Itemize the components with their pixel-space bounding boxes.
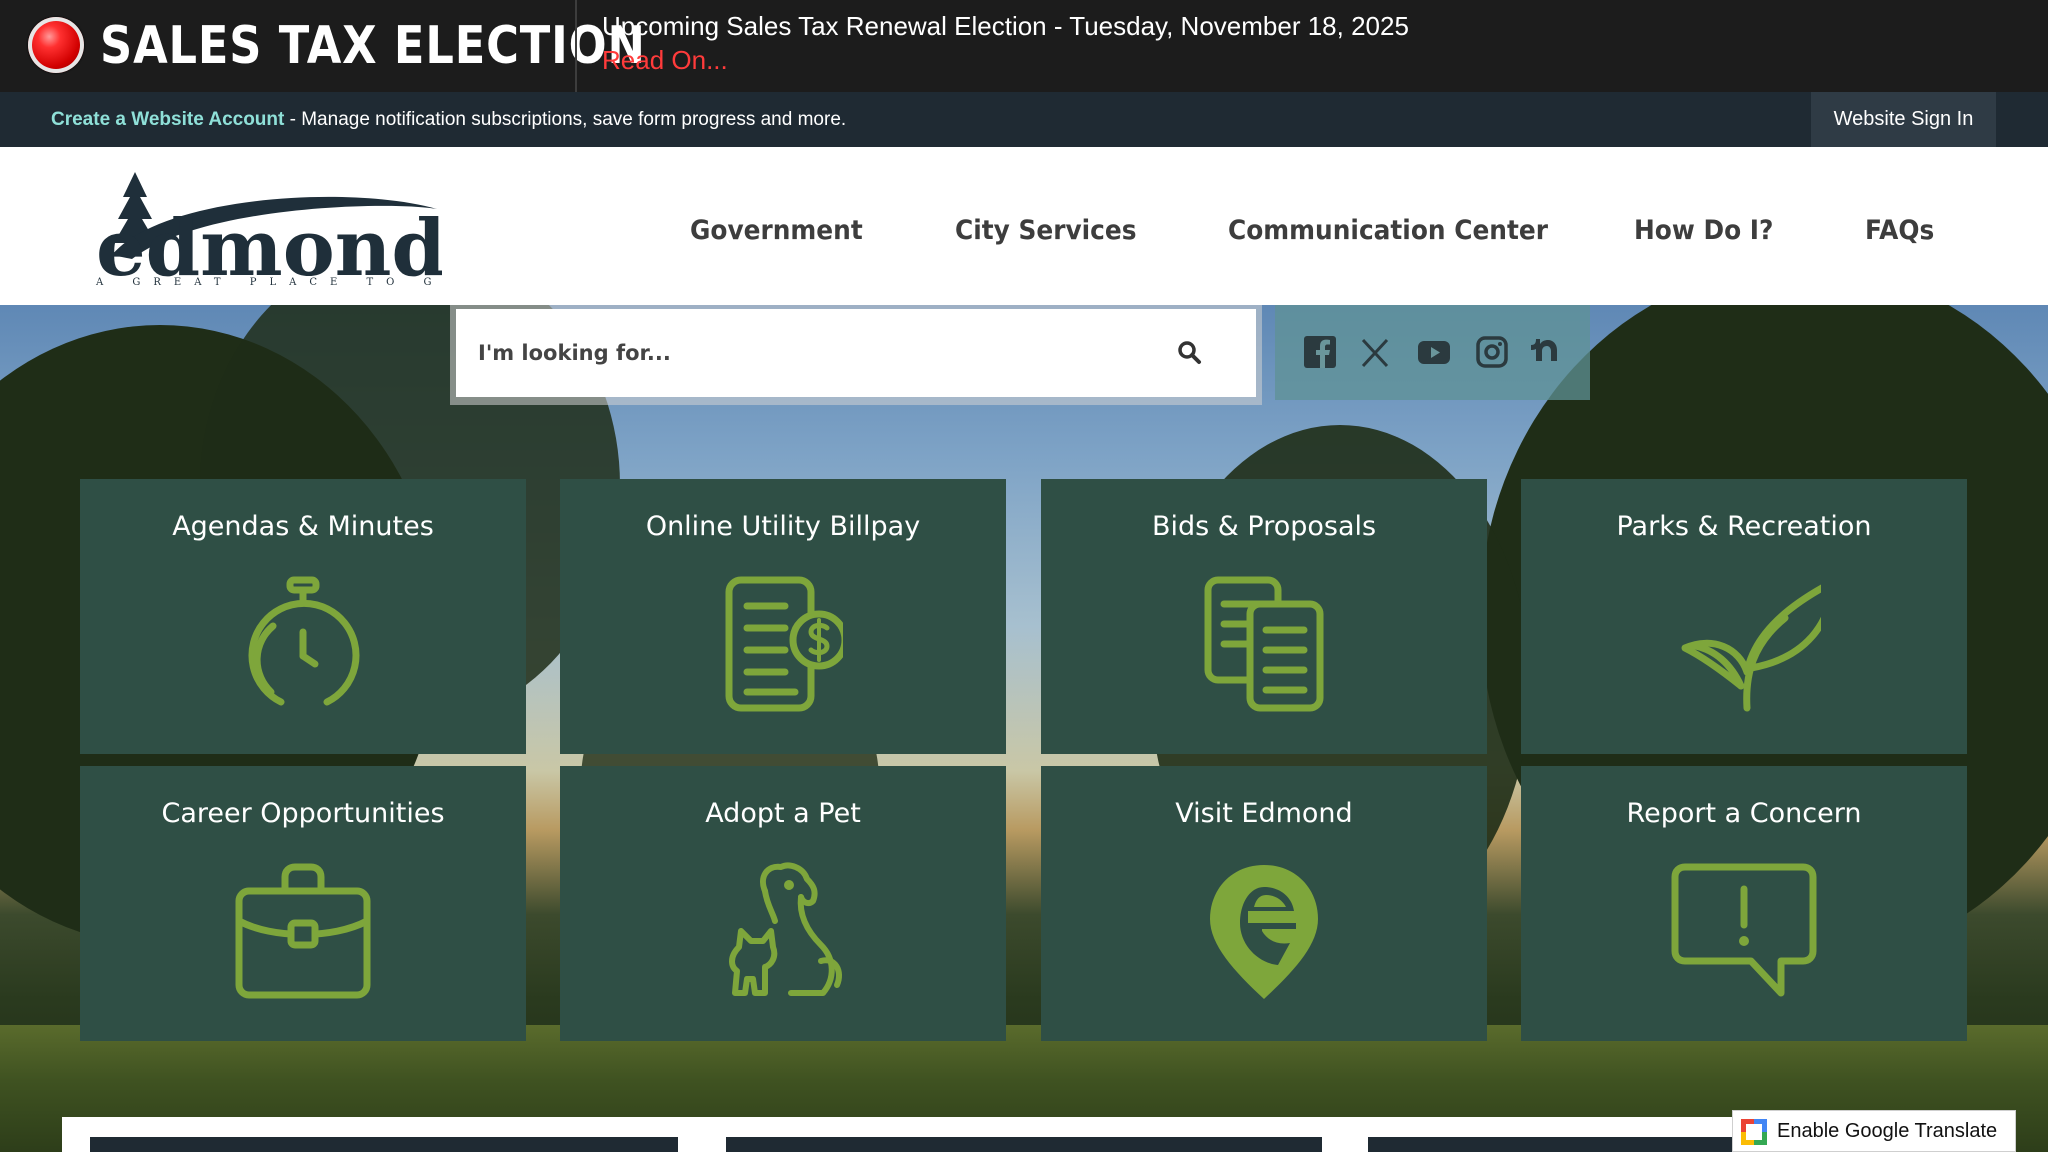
stopwatch-icon	[248, 576, 360, 706]
location-e-icon	[1210, 865, 1318, 999]
briefcase-icon	[235, 863, 371, 999]
tile-label: Career Opportunities	[161, 798, 445, 829]
instagram-icon[interactable]	[1473, 333, 1511, 371]
alert-title: SALES TAX ELECTION	[100, 16, 646, 76]
logo-wordmark: edmond	[96, 203, 442, 287]
sign-in-button[interactable]: Website Sign In	[1811, 92, 1996, 147]
nav-city-services[interactable]: City Services	[955, 215, 1137, 246]
search-icon[interactable]	[1174, 337, 1206, 369]
content-card[interactable]	[90, 1137, 678, 1152]
x-icon[interactable]	[1356, 333, 1394, 371]
edmond-logo[interactable]: edmond A GREAT PLACE TO GROW	[92, 167, 442, 287]
sprout-icon	[1681, 584, 1821, 712]
dog-cat-icon	[729, 862, 842, 996]
tile-bids-proposals[interactable]: Bids & Proposals	[1041, 479, 1487, 754]
alert-divider	[575, 0, 577, 92]
tile-online-utility-billpay[interactable]: Online Utility Billpay	[560, 479, 1006, 754]
account-bar: Create a Website Account - Manage notifi…	[0, 92, 2048, 147]
tile-adopt-a-pet[interactable]: Adopt a Pet	[560, 766, 1006, 1041]
google-translate-button[interactable]: Enable Google Translate	[1732, 1110, 2016, 1152]
google-translate-icon	[1741, 1119, 1767, 1145]
bill-dollar-icon	[725, 576, 843, 712]
logo-tagline: A GREAT PLACE TO GROW	[95, 277, 442, 287]
alert-speech-bubble-icon	[1671, 863, 1817, 997]
nav-how-do-i[interactable]: How Do I?	[1634, 215, 1773, 246]
tile-label: Bids & Proposals	[1151, 511, 1377, 542]
nextdoor-icon[interactable]	[1527, 333, 1565, 371]
hero-section: Agendas & Minutes Online Utility Billpay	[0, 305, 2048, 1152]
tile-parks-recreation[interactable]: Parks & Recreation	[1521, 479, 1967, 754]
tile-agendas-minutes[interactable]: Agendas & Minutes	[80, 479, 526, 754]
alert-message[interactable]: Upcoming Sales Tax Renewal Election - Tu…	[602, 11, 1409, 42]
content-card[interactable]	[726, 1137, 1322, 1152]
content-card[interactable]	[1368, 1137, 1758, 1152]
nav-government[interactable]: Government	[690, 215, 863, 246]
tile-label: Visit Edmond	[1175, 798, 1353, 829]
youtube-icon[interactable]	[1415, 333, 1453, 371]
tile-label: Report a Concern	[1626, 798, 1862, 829]
alert-bar: SALES TAX ELECTION Upcoming Sales Tax Re…	[0, 0, 2048, 92]
tile-label: Online Utility Billpay	[645, 511, 921, 542]
alert-indicator-icon	[28, 17, 84, 73]
alert-read-on-link[interactable]: Read On...	[602, 45, 728, 76]
nav-communication-center[interactable]: Communication Center	[1228, 215, 1548, 246]
search-container	[450, 305, 1262, 405]
tile-label: Parks & Recreation	[1616, 511, 1872, 542]
translate-label: Enable Google Translate	[1777, 1120, 1998, 1142]
tile-report-a-concern[interactable]: Report a Concern	[1521, 766, 1967, 1041]
nav-faqs[interactable]: FAQs	[1865, 215, 1934, 246]
account-bar-text: Create a Website Account - Manage notifi…	[51, 92, 846, 147]
tile-label: Agendas & Minutes	[172, 511, 434, 542]
create-account-link[interactable]: Create a Website Account	[51, 109, 284, 130]
documents-icon	[1204, 576, 1324, 712]
tile-label: Adopt a Pet	[705, 798, 861, 829]
account-description: - Manage notification subscriptions, sav…	[284, 109, 847, 130]
search-field-wrapper	[456, 309, 1256, 397]
social-links-bar	[1275, 305, 1590, 400]
search-input[interactable]	[478, 309, 1158, 397]
tile-career-opportunities[interactable]: Career Opportunities	[80, 766, 526, 1041]
tile-visit-edmond[interactable]: Visit Edmond	[1041, 766, 1487, 1041]
facebook-icon[interactable]	[1301, 333, 1339, 371]
site-header: edmond A GREAT PLACE TO GROW Government …	[0, 147, 2048, 305]
